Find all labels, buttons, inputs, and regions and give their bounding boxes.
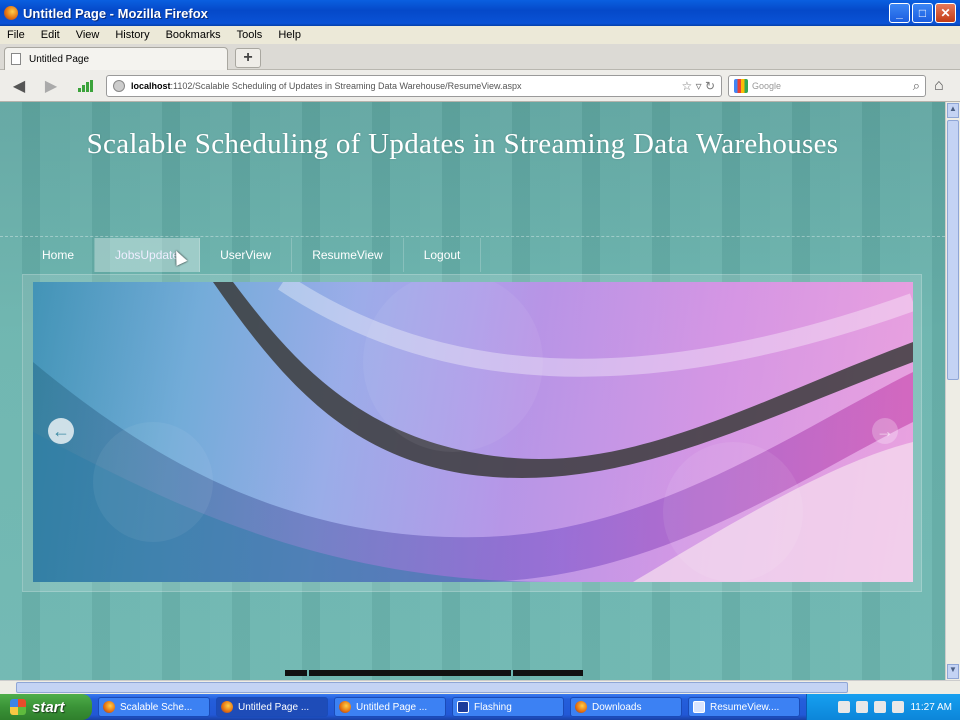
page-title: Scalable Scheduling of Updates in Stream… [86, 128, 839, 160]
google-icon[interactable] [734, 79, 748, 93]
slider-next-arrow-icon[interactable]: → [872, 418, 898, 444]
scroll-up-icon[interactable]: ▲ [947, 103, 959, 118]
home-icon[interactable]: ⌂ [934, 77, 944, 95]
menu-edit[interactable]: Edit [41, 29, 60, 41]
menu-bar: File Edit View History Bookmarks Tools H… [0, 26, 960, 44]
forward-arrow-icon[interactable]: ▶ [42, 77, 60, 95]
nav-logout[interactable]: Logout [404, 238, 482, 272]
nav-resumeview[interactable]: ResumeView [292, 238, 404, 272]
signal-icon [78, 80, 94, 92]
task-button[interactable]: Downloads [570, 697, 682, 717]
bookmark-star-icon[interactable]: ☆ [681, 79, 692, 93]
firefox-icon [575, 701, 587, 713]
menu-file[interactable]: File [7, 29, 25, 41]
close-button[interactable]: ✕ [935, 3, 956, 23]
url-path: :1102/Scalable Scheduling of Updates in … [170, 81, 522, 91]
firefox-icon [221, 701, 233, 713]
menu-view[interactable]: View [76, 29, 100, 41]
menu-bookmarks[interactable]: Bookmarks [166, 29, 221, 41]
task-label: Flashing [474, 701, 512, 713]
help-icon[interactable] [838, 701, 851, 713]
address-bar[interactable]: localhost :1102/Scalable Scheduling of U… [106, 75, 722, 97]
nav-userview[interactable]: UserView [200, 238, 293, 272]
slider-prev-arrow-icon[interactable]: ← [48, 418, 74, 444]
task-label: Untitled Page ... [238, 701, 310, 713]
firefox-icon [103, 701, 115, 713]
task-label: Scalable Sche... [120, 701, 193, 713]
task-label: Downloads [592, 701, 642, 713]
maximize-button[interactable]: □ [912, 3, 933, 23]
site-navigation: Home JobsUpdate UserView ResumeView Logo… [22, 238, 482, 272]
back-arrow-icon[interactable]: ◀ [10, 77, 28, 95]
tab-label: Untitled Page [29, 53, 90, 65]
vertical-scrollbar[interactable]: ▲ ▼ [945, 102, 960, 680]
security-icon[interactable] [892, 701, 905, 713]
firefox-icon [4, 6, 18, 20]
horizontal-scrollbar[interactable] [0, 680, 960, 694]
scroll-down-icon[interactable]: ▼ [947, 664, 959, 679]
horizontal-scroll-thumb[interactable] [16, 682, 848, 693]
nav-divider [0, 236, 945, 237]
task-button[interactable]: Untitled Page ... [334, 697, 446, 717]
banner-image [33, 282, 913, 582]
start-label: start [32, 698, 65, 716]
flash-icon [457, 701, 469, 713]
reload-icon[interactable]: ↻ [705, 79, 715, 93]
tab-untitled-page[interactable]: Untitled Page [4, 47, 228, 70]
start-button[interactable]: start [0, 694, 92, 720]
search-bar[interactable]: Google ⌕ [728, 75, 926, 97]
menu-help[interactable]: Help [278, 29, 301, 41]
dropdown-icon[interactable]: ▿ [696, 79, 702, 93]
window-title-bar: Untitled Page - Mozilla Firefox _ □ ✕ [0, 0, 960, 26]
slider-pager [285, 670, 583, 676]
windows-taskbar: start Scalable Sche... Untitled Page ...… [0, 694, 960, 720]
firefox-icon [339, 701, 351, 713]
volume-icon[interactable] [874, 701, 887, 713]
abstract-wave-graphic [33, 282, 913, 582]
window-controls: _ □ ✕ [889, 3, 956, 23]
task-button[interactable]: ResumeView.... [688, 697, 800, 717]
url-bar-icons: ☆ ▿ ↻ [681, 79, 715, 93]
task-button[interactable]: Scalable Sche... [98, 697, 210, 717]
vertical-scroll-thumb[interactable] [947, 120, 959, 380]
window-title: Untitled Page - Mozilla Firefox [23, 5, 208, 21]
page-icon [11, 53, 21, 65]
system-tray: 11:27 AM [806, 694, 960, 720]
network-icon[interactable] [856, 701, 869, 713]
task-label: Untitled Page ... [356, 701, 428, 713]
new-tab-button[interactable]: + [235, 48, 261, 68]
clock[interactable]: 11:27 AM [910, 702, 952, 713]
site-identity-icon[interactable] [113, 80, 125, 92]
task-button[interactable]: Untitled Page ... [216, 697, 328, 717]
window-icon [693, 701, 705, 713]
menu-tools[interactable]: Tools [237, 29, 263, 41]
windows-flag-icon [10, 699, 26, 715]
task-label: ResumeView.... [710, 701, 780, 713]
search-input[interactable]: Google [752, 81, 781, 91]
menu-history[interactable]: History [115, 29, 149, 41]
search-icon[interactable]: ⌕ [913, 78, 920, 94]
tab-strip: Untitled Page + [0, 44, 960, 70]
minimize-button[interactable]: _ [889, 3, 910, 23]
task-button[interactable]: Flashing [452, 697, 564, 717]
navigation-toolbar: ◀ ▶ localhost :1102/Scalable Scheduling … [0, 70, 960, 102]
nav-home[interactable]: Home [22, 238, 96, 272]
url-host: localhost [131, 81, 171, 91]
